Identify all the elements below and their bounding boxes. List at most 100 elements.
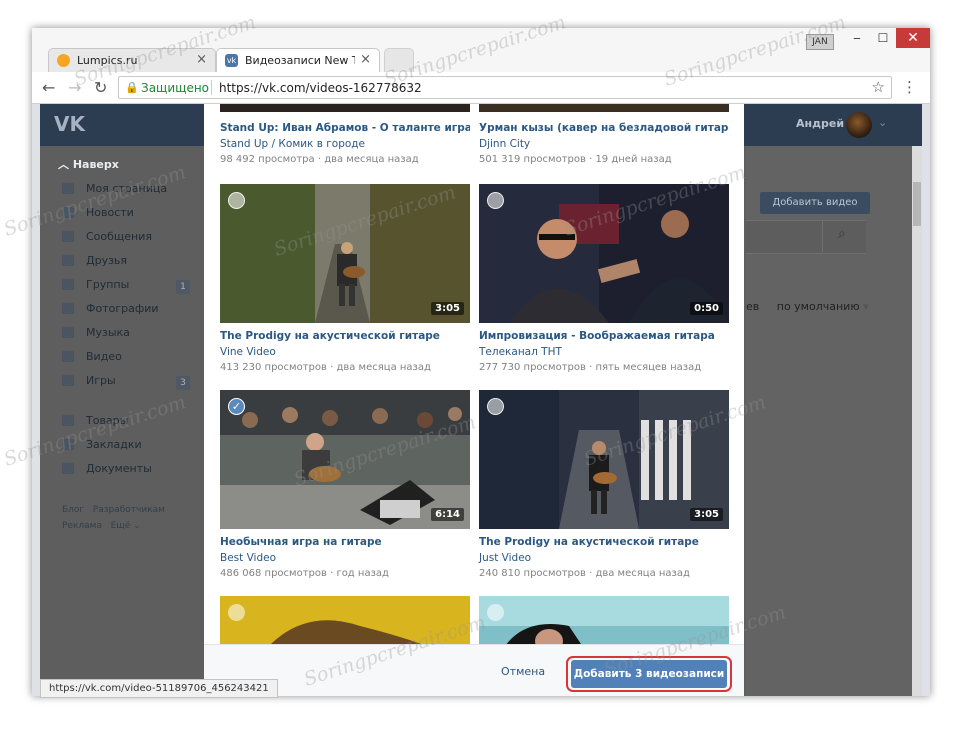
video-meta: 240 810 просмотров · два месяца назад [479, 568, 690, 579]
close-window-button[interactable]: ✕ [896, 28, 930, 48]
video-duration: 3:05 [690, 508, 723, 521]
url-text[interactable]: https://vk.com/videos-162778632 [219, 81, 422, 95]
video-date: два месяца назад [595, 568, 690, 579]
scrollbar-thumb[interactable] [913, 182, 921, 226]
back-to-top-link[interactable]: ︿ Наверх [58, 156, 119, 172]
bookmark-star-icon[interactable]: ☆ [872, 78, 885, 96]
sort-select[interactable]: по умолчанию [777, 300, 860, 313]
cancel-button[interactable]: Отмена [501, 665, 545, 678]
sort-prefix: ев [746, 300, 760, 313]
select-video-checkbox[interactable] [228, 192, 245, 209]
close-tab-icon[interactable]: × [360, 52, 371, 67]
select-video-checkbox[interactable] [228, 604, 245, 621]
status-bar-url: https://vk.com/video-51189706_456243421 [40, 679, 278, 698]
video-author[interactable]: Best Video [220, 552, 276, 564]
chevron-down-icon[interactable]: ⌄ [878, 116, 887, 129]
camera-icon [62, 303, 74, 314]
add-videos-button[interactable]: Добавить 3 видеозаписи [571, 660, 727, 688]
chevron-down-icon: ⌄ [133, 521, 141, 531]
video-thumbnail[interactable]: 3:05 [479, 390, 729, 529]
video-meta: 98 492 просмотра · два месяца назад [220, 154, 419, 165]
video-date: два месяца назад [336, 362, 431, 373]
forward-arrow-icon[interactable]: → [68, 78, 81, 97]
video-meta: 277 730 просмотров · пять месяцев назад [479, 362, 701, 373]
address-bar[interactable]: 🔒 Защищено https://vk.com/videos-1627786… [118, 76, 892, 99]
lumpics-favicon-icon [57, 54, 70, 67]
video-title[interactable]: The Prodigy на акустической гитаре [220, 330, 470, 342]
browser-toolbar: ← → ↻ 🔒 Защищено https://vk.com/videos-1… [32, 72, 930, 104]
search-icon: ⌕ [838, 226, 846, 242]
video-author[interactable]: Djinn City [479, 138, 530, 150]
sidebar-item-label: Музыка [86, 326, 130, 339]
sidebar-item-label: Документы [86, 462, 152, 475]
video-thumbnail[interactable] [220, 104, 470, 112]
document-icon [62, 463, 74, 474]
sidebar-item-label: Сообщения [86, 230, 153, 243]
footer-link-more[interactable]: Ещё [111, 521, 131, 531]
video-thumbnail[interactable]: 3:05 [220, 184, 470, 323]
footer-link-developers[interactable]: Разработчикам [93, 505, 165, 515]
video-title[interactable]: Импровизация - Воображаемая гитара [479, 330, 729, 342]
vk-favicon-icon: vk [225, 54, 238, 67]
back-arrow-icon[interactable]: ← [42, 78, 55, 97]
video-views: 277 730 просмотров [479, 362, 586, 373]
browser-menu-icon[interactable]: ⋮ [902, 78, 917, 96]
video-date: два месяца назад [324, 154, 419, 165]
vk-logo[interactable]: VK [54, 112, 85, 136]
video-title[interactable]: The Prodigy на акустической гитаре [479, 536, 729, 548]
new-tab-button[interactable] [384, 48, 414, 72]
meta-separator: · [585, 154, 596, 165]
video-duration: 3:05 [431, 302, 464, 315]
video-meta: 413 230 просмотров · два месяца назад [220, 362, 431, 373]
profile-badge[interactable]: JAN [806, 34, 834, 50]
sidebar-item-label: Закладки [86, 438, 142, 451]
video-author[interactable]: Just Video [479, 552, 531, 564]
video-views: 98 492 просмотра [220, 154, 315, 165]
tab-vk-videos[interactable]: vk Видеозаписи New Two × [216, 48, 380, 72]
video-author[interactable]: Stand Up / Комик в городе [220, 138, 365, 150]
video-duration: 0:50 [690, 302, 723, 315]
video-date: год назад [336, 568, 389, 579]
music-icon [62, 327, 74, 338]
selected-checkmark-icon[interactable]: ✓ [228, 398, 245, 415]
groups-badge: 1 [176, 280, 190, 294]
video-meta: 486 068 просмотров · год назад [220, 568, 389, 579]
footer-link-ads[interactable]: Реклама [62, 521, 102, 531]
friends-icon [62, 255, 74, 266]
select-video-checkbox[interactable] [487, 398, 504, 415]
messages-icon [62, 231, 74, 242]
footer-link-blog[interactable]: Блог [62, 505, 84, 515]
user-name[interactable]: Андрей [796, 117, 844, 130]
video-title[interactable]: Урман кызы (кавер на безладовой гитаре и… [479, 122, 729, 134]
star-icon [62, 439, 74, 450]
video-title[interactable]: Stand Up: Иван Абрамов - О таланте играт… [220, 122, 470, 134]
select-video-checkbox[interactable] [487, 604, 504, 621]
video-title[interactable]: Необычная игра на гитаре [220, 536, 470, 548]
page-scrollbar[interactable] [912, 146, 922, 696]
tab-lumpics[interactable]: Lumpics.ru × [48, 48, 216, 72]
video-author[interactable]: Телеканал ТНТ [479, 346, 562, 358]
maximize-button[interactable]: ☐ [870, 28, 896, 48]
modal-footer: Отмена Добавить 3 видеозаписи [204, 644, 744, 696]
lock-icon: 🔒 [125, 81, 139, 94]
film-icon [62, 351, 74, 362]
reload-icon[interactable]: ↻ [94, 78, 107, 97]
video-thumbnail[interactable]: 0:50 [479, 184, 729, 323]
security-label: Защищено [141, 81, 210, 95]
add-video-button[interactable]: Добавить видео [760, 192, 870, 214]
meta-separator: · [326, 568, 337, 579]
video-views: 240 810 просмотров [479, 568, 586, 579]
tab-strip: Lumpics.ru × vk Видеозаписи New Two × JA… [32, 28, 930, 72]
games-badge: 3 [176, 376, 190, 390]
video-author[interactable]: Vine Video [220, 346, 276, 358]
close-tab-icon[interactable]: × [196, 52, 207, 67]
sidebar-item-label: Фотографии [86, 302, 159, 315]
avatar[interactable] [846, 112, 872, 138]
sort-row: ев по умолчанию ▾ [746, 300, 869, 313]
video-thumbnail[interactable]: ✓ 6:14 [220, 390, 470, 529]
meta-separator: · [314, 154, 325, 165]
video-thumbnail[interactable] [479, 104, 729, 112]
select-video-checkbox[interactable] [487, 192, 504, 209]
video-duration: 6:14 [431, 508, 464, 521]
minimize-button[interactable]: ‒ [844, 28, 870, 48]
